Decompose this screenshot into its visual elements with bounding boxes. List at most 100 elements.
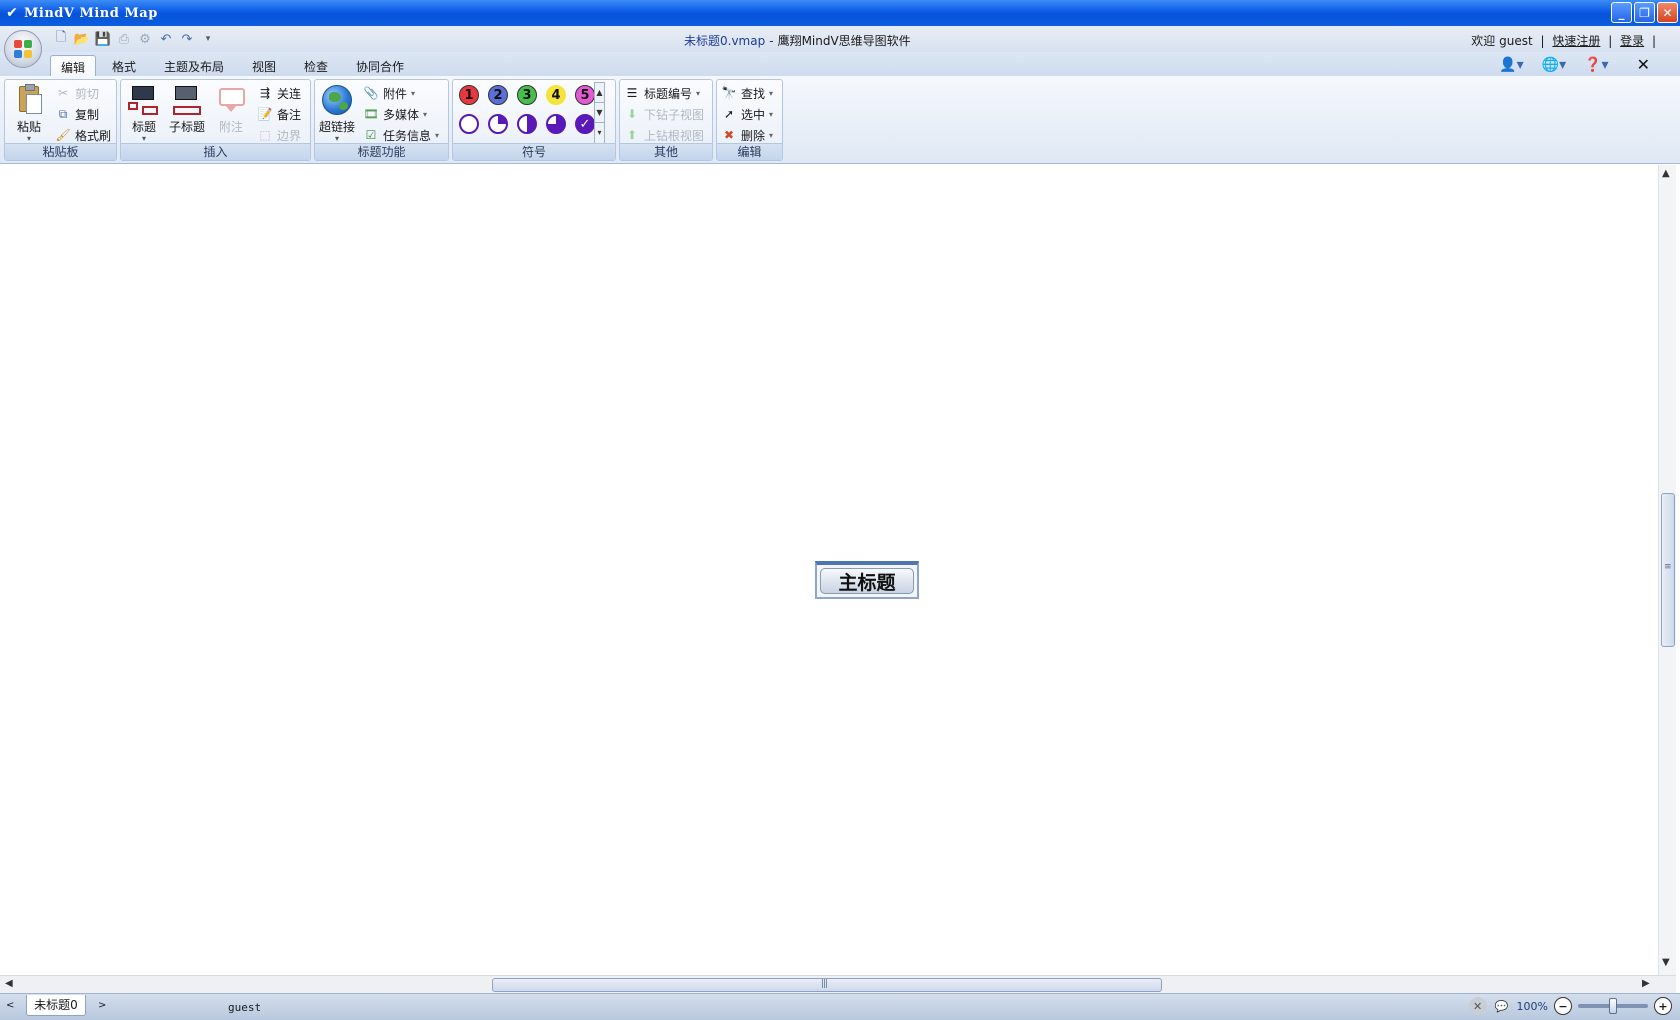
priority-5-icon[interactable]: 5 (575, 85, 595, 105)
restore-button[interactable]: ❐ (1634, 2, 1655, 23)
login-link[interactable]: 登录 (1620, 34, 1644, 48)
window-titlebar: ✔ MindV Mind Map _ ❐ ✕ (0, 0, 1680, 26)
priority-2-icon[interactable]: 2 (488, 85, 508, 105)
priority-1-icon[interactable]: 1 (459, 85, 479, 105)
sheet-prev-icon[interactable]: < (6, 1000, 14, 1011)
user-icon[interactable]: 👤▾ (1499, 57, 1523, 73)
customize-dropdown-icon[interactable]: ▾ (199, 30, 217, 48)
gallery-up-icon[interactable]: ▲ (595, 83, 604, 103)
drill-down-button[interactable]: ⬇ 下钻子视图 (624, 104, 704, 124)
document-title: 未标题0.vmap - 鹰翔MindV思维导图软件 (684, 32, 911, 49)
application-menu-button[interactable] (4, 30, 42, 68)
gallery-down-icon[interactable]: ▼ (595, 103, 604, 123)
symbol-gallery-scroll[interactable]: ▲ ▼ ▾ (594, 82, 605, 144)
zoom-in-icon[interactable]: + (1654, 997, 1672, 1015)
tab-view[interactable]: 视图 (242, 55, 286, 76)
tab-review[interactable]: 检查 (294, 55, 338, 76)
close-document-icon[interactable]: ✕ (1637, 55, 1650, 74)
film-icon: 🎞 (363, 107, 379, 121)
account-divider: | (1540, 34, 1545, 48)
main-topic-label: 主标题 (820, 568, 914, 594)
select-label: 选中 (741, 107, 766, 122)
horizontal-scroll-thumb[interactable]: ||| (492, 978, 1162, 992)
welcome-text: 欢迎 guest (1471, 34, 1533, 48)
relationship-button[interactable]: ⇶ 关连 (257, 83, 301, 103)
multimedia-button[interactable]: 🎞 多媒体 ▾ (363, 104, 427, 124)
copy-button[interactable]: ⧉ 复制 (55, 104, 99, 124)
save-icon[interactable]: 💾 (94, 30, 112, 48)
topic-button[interactable]: 标题 ▾ (124, 84, 164, 143)
comment-icon[interactable]: 💬 (1493, 997, 1511, 1015)
close-window-button[interactable]: ✕ (1657, 2, 1678, 23)
scroll-left-icon[interactable]: ◀ (5, 978, 13, 989)
progress-50-icon[interactable] (517, 114, 537, 134)
delete-button[interactable]: ✖ 删除 ▾ (721, 125, 773, 145)
print-icon[interactable]: ⎙ (115, 30, 133, 48)
undo-icon[interactable]: ↶ (157, 30, 175, 48)
priority-3-icon[interactable]: 3 (517, 85, 537, 105)
title-separator: - (769, 34, 774, 48)
register-link[interactable]: 快速注册 (1552, 34, 1600, 48)
zoom-controls: ✕ 💬 100% − + (1468, 997, 1672, 1015)
open-folder-icon[interactable]: 📂 (73, 30, 91, 48)
tab-edit[interactable]: 编辑 (50, 55, 97, 76)
paste-button[interactable]: 粘贴 ▾ (9, 84, 49, 143)
tab-format[interactable]: 格式 (102, 55, 146, 76)
scroll-down-icon[interactable]: ▼ (1662, 957, 1670, 968)
globe-hyperlink-icon (321, 84, 353, 116)
cut-label: 剪切 (75, 86, 100, 101)
drill-up-label: 上钻根视图 (644, 128, 705, 143)
ribbon-tabs: 编辑 格式 主题及布局 视图 检查 协同合作 (0, 52, 1680, 76)
ribbon-right-tools: 👤▾ 🌐▾ ❓▾ ✕ (1499, 55, 1650, 74)
cut-button[interactable]: ✂ 剪切 (55, 83, 99, 103)
attachment-button[interactable]: 📎 附件 ▾ (363, 83, 416, 103)
vertical-scroll-thumb[interactable]: ≡ (1661, 493, 1675, 647)
stop-icon[interactable]: ✕ (1468, 997, 1487, 1015)
insert-group-label: 插入 (121, 143, 310, 160)
progress-25-icon[interactable] (488, 114, 508, 134)
scroll-up-icon[interactable]: ▲ (1662, 168, 1670, 179)
priority-4-icon[interactable]: 4 (546, 85, 566, 105)
progress-75-icon[interactable] (546, 114, 566, 134)
topic-dropdown-icon: ▾ (141, 134, 146, 143)
callout-button[interactable]: 附注 (211, 84, 251, 135)
globe-icon[interactable]: 🌐▾ (1542, 57, 1566, 73)
redo-icon[interactable]: ↷ (178, 30, 196, 48)
group-clipboard: 粘贴 ▾ ✂ 剪切 ⧉ 复制 🖌 格式刷 粘贴板 (4, 79, 117, 161)
new-file-icon[interactable]: 🗋 (52, 30, 70, 48)
subtopic-button[interactable]: 子标题 (165, 84, 209, 135)
vertical-scrollbar[interactable]: ▲ ≡ ▼ (1658, 165, 1676, 975)
tab-topic-layout[interactable]: 主题及布局 (154, 55, 234, 76)
minimize-button[interactable]: _ (1611, 2, 1632, 23)
delete-icon: ✖ (723, 128, 735, 142)
tab-collaboration[interactable]: 协同合作 (346, 55, 414, 76)
boundary-label: 边界 (277, 128, 302, 143)
gear-icon[interactable]: ⚙ (136, 30, 154, 48)
note-button[interactable]: 📝 备注 (257, 104, 302, 124)
other-group-label: 其他 (620, 143, 712, 160)
progress-done-icon[interactable]: ✓ (575, 114, 595, 134)
task-info-button[interactable]: ☑ 任务信息 ▾ (363, 125, 439, 145)
help-icon[interactable]: ❓▾ (1584, 57, 1608, 73)
boundary-button[interactable]: ⬚ 边界 (257, 125, 301, 145)
topic-numbering-button[interactable]: ☰ 标题编号 ▾ (624, 83, 700, 103)
symbols-group-label: 符号 (453, 143, 615, 160)
progress-0-icon[interactable] (459, 114, 479, 134)
format-painter-label: 格式刷 (75, 128, 112, 143)
zoom-out-icon[interactable]: − (1554, 997, 1572, 1015)
select-button[interactable]: ➚ 选中 ▾ (721, 104, 773, 124)
note-label: 备注 (277, 107, 302, 122)
hyperlink-button[interactable]: 超链接 ▾ (317, 84, 357, 143)
sheet-next-icon[interactable]: > (98, 1000, 106, 1011)
gallery-more-icon[interactable]: ▾ (595, 123, 604, 143)
main-topic-node[interactable]: 主标题 (815, 561, 919, 599)
zoom-slider[interactable] (1578, 998, 1648, 1014)
find-button[interactable]: 🔭 查找 ▾ (721, 83, 774, 103)
format-painter-button[interactable]: 🖌 格式刷 (55, 125, 111, 145)
zoom-slider-handle[interactable] (1609, 998, 1617, 1014)
horizontal-scrollbar[interactable]: ◀ ||| ▶ (0, 975, 1676, 993)
find-dropdown-icon: ▾ (769, 88, 774, 98)
sheet-tab[interactable]: 未标题0 (26, 995, 86, 1016)
scroll-right-icon[interactable]: ▶ (1642, 978, 1650, 989)
drill-up-button[interactable]: ⬆ 上钻根视图 (624, 125, 704, 145)
